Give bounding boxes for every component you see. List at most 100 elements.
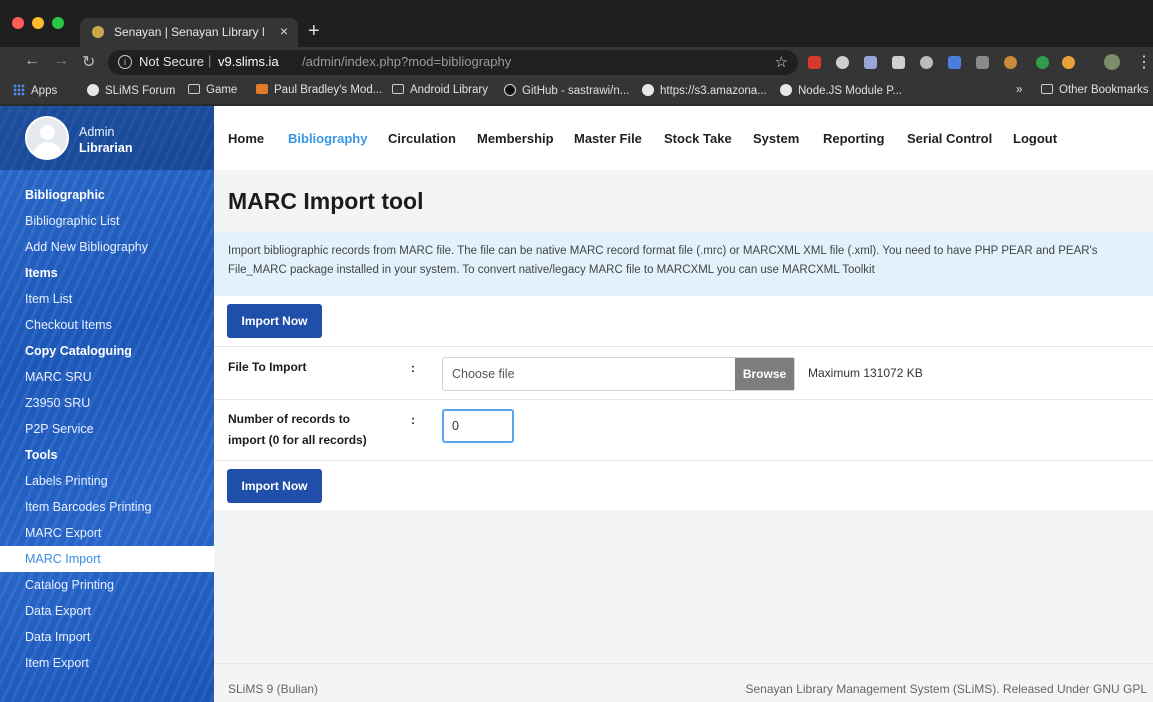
coupon-icon[interactable] (1062, 56, 1075, 69)
avatar-head-icon (40, 125, 55, 140)
nav-reporting[interactable]: Reporting (823, 131, 884, 146)
reload-icon[interactable]: ↻ (82, 52, 95, 72)
bookmark-star-icon[interactable]: ☆ (775, 53, 788, 71)
close-window-button[interactable] (12, 17, 24, 29)
records-count-input[interactable]: 0 (442, 409, 514, 443)
profile-role: Librarian (79, 141, 133, 155)
profile-avatar[interactable] (1104, 54, 1120, 70)
bookmark-github[interactable]: GitHub - sastrawi/n... (504, 84, 629, 97)
minimize-window-button[interactable] (32, 17, 44, 29)
camera-icon[interactable] (892, 56, 905, 69)
maximize-window-button[interactable] (52, 17, 64, 29)
profile-name: Admin (79, 125, 115, 139)
address-bar[interactable]: i Not Secure | v9.slims.ia /admin/index.… (108, 50, 798, 75)
folder-icon (188, 84, 200, 94)
sidebar-item-checkout-items[interactable]: Checkout Items (0, 312, 214, 338)
max-file-size: Maximum 131072 KB (808, 366, 923, 380)
ublock-icon[interactable] (808, 56, 821, 69)
browser-tab[interactable]: Senayan | Senayan Library Mana × (80, 18, 298, 47)
nav-master-file[interactable]: Master File (574, 131, 642, 146)
sidebar-item-item-export[interactable]: Item Export (0, 650, 214, 676)
nav-membership[interactable]: Membership (477, 131, 554, 146)
close-tab-icon[interactable]: × (280, 23, 288, 39)
site-favicon-icon (256, 84, 268, 94)
folder-icon (1041, 84, 1053, 94)
section-heading-bibliographic: Bibliographic (25, 188, 105, 202)
bookmark-android-library[interactable]: Android Library (392, 84, 488, 96)
user-profile: Admin Librarian (0, 106, 214, 170)
sidebar-item-labels-printing[interactable]: Labels Printing (0, 468, 214, 494)
bookmarks-overflow-button[interactable]: » (1016, 84, 1022, 96)
records-count-row: Number of records to import (0 for all r… (214, 399, 1153, 460)
nav-bibliography[interactable]: Bibliography (288, 131, 367, 146)
sidebar-item-bibliographic-list[interactable]: Bibliographic List (0, 208, 214, 234)
sidebar-item-add-new-bibliography[interactable]: Add New Bibliography (0, 234, 214, 260)
vue-devtools-icon[interactable] (864, 56, 877, 69)
forward-icon[interactable]: → (53, 52, 69, 70)
nav-system[interactable]: System (753, 131, 799, 146)
footer-version: SLiMS 9 (Bulian) (228, 682, 319, 696)
section-heading-copy-cataloguing: Copy Cataloguing (25, 344, 132, 358)
import-now-button-bottom[interactable]: Import Now (227, 469, 322, 503)
footer: SLiMS 9 (Bulian) Senayan Library Managem… (214, 663, 1153, 702)
new-tab-icon[interactable]: + (308, 20, 320, 43)
url-host: v9.slims.ia (218, 54, 279, 69)
bookmark-nodejs[interactable]: Node.JS Module P... (780, 84, 902, 97)
sidebar-item-z3950-sru[interactable]: Z3950 SRU (0, 390, 214, 416)
back-icon[interactable]: ← (24, 52, 40, 70)
sidebar-item-p2p-service[interactable]: P2P Service (0, 416, 214, 442)
file-input[interactable]: Choose file Browse (442, 357, 795, 391)
bookmark-s3[interactable]: https://s3.amazona... (642, 84, 767, 97)
sidebar-item-data-export[interactable]: Data Export (0, 598, 214, 624)
url-divider: | (208, 53, 212, 68)
globe-icon (642, 84, 654, 96)
browser-menu-icon[interactable]: ⋮ (1136, 52, 1152, 72)
sidebar-item-marc-import[interactable]: MARC Import (0, 546, 214, 572)
info-icon[interactable]: i (118, 55, 132, 69)
sidebar-menu: Bibliographic Bibliographic List Add New… (0, 182, 214, 676)
bookmark-paul-bradley[interactable]: Paul Bradley's Mod... (256, 84, 382, 96)
sidebar-item-data-import[interactable]: Data Import (0, 624, 214, 650)
favicon-icon (92, 26, 104, 38)
file-input-placeholder: Choose file (452, 367, 515, 381)
nav-stock-take[interactable]: Stock Take (664, 131, 732, 146)
browser-tab-bar: Senayan | Senayan Library Mana × + (0, 0, 1153, 47)
label-colon: : (411, 361, 415, 375)
tab-manager-icon[interactable] (976, 56, 989, 69)
other-bookmarks[interactable]: Other Bookmarks (1041, 84, 1148, 96)
page: Admin Librarian Bibliographic Bibliograp… (0, 106, 1153, 702)
top-action-bar: Import Now (214, 296, 1153, 346)
bookmark-slims-forum[interactable]: SLiMS Forum (87, 84, 175, 97)
nav-logout[interactable]: Logout (1013, 131, 1057, 146)
globe-icon (780, 84, 792, 96)
section-heading-items: Items (25, 266, 58, 280)
sidebar-item-item-list[interactable]: Item List (0, 286, 214, 312)
label-colon: : (411, 413, 415, 427)
footer-credit: Senayan Library Management System (SLiMS… (745, 682, 1147, 696)
nav-circulation[interactable]: Circulation (388, 131, 456, 146)
translate-icon[interactable] (948, 56, 961, 69)
bookmark-apps[interactable]: Apps (13, 84, 57, 97)
info-message: Import bibliographic records from MARC f… (214, 232, 1153, 296)
sidebar-item-catalog-printing[interactable]: Catalog Printing (0, 572, 214, 598)
nav-serial-control[interactable]: Serial Control (907, 131, 992, 146)
cookie-icon[interactable] (1004, 56, 1017, 69)
bookmarks-bar: Apps SLiMS Forum Game Paul Bradley's Mod… (0, 78, 1153, 105)
sidebar-item-marc-sru[interactable]: MARC SRU (0, 364, 214, 390)
page-title: MARC Import tool (228, 188, 424, 214)
react-devtools-icon[interactable] (836, 56, 849, 69)
top-navigation: Home Bibliography Circulation Membership… (214, 106, 1153, 170)
import-now-button-top[interactable]: Import Now (227, 304, 322, 338)
folder-icon (392, 84, 404, 94)
section-heading-tools: Tools (25, 448, 58, 462)
records-count-label: Number of records to import (0 for all r… (228, 412, 367, 447)
bookmark-game[interactable]: Game (188, 84, 237, 96)
sidebar-item-item-barcodes-printing[interactable]: Item Barcodes Printing (0, 494, 214, 520)
record-icon[interactable] (920, 56, 933, 69)
apps-grid-icon (13, 84, 25, 96)
leaf-icon[interactable] (1036, 56, 1049, 69)
sidebar-item-marc-export[interactable]: MARC Export (0, 520, 214, 546)
browse-button[interactable]: Browse (735, 358, 794, 390)
file-to-import-label: File To Import (228, 360, 307, 374)
nav-home[interactable]: Home (228, 131, 264, 146)
